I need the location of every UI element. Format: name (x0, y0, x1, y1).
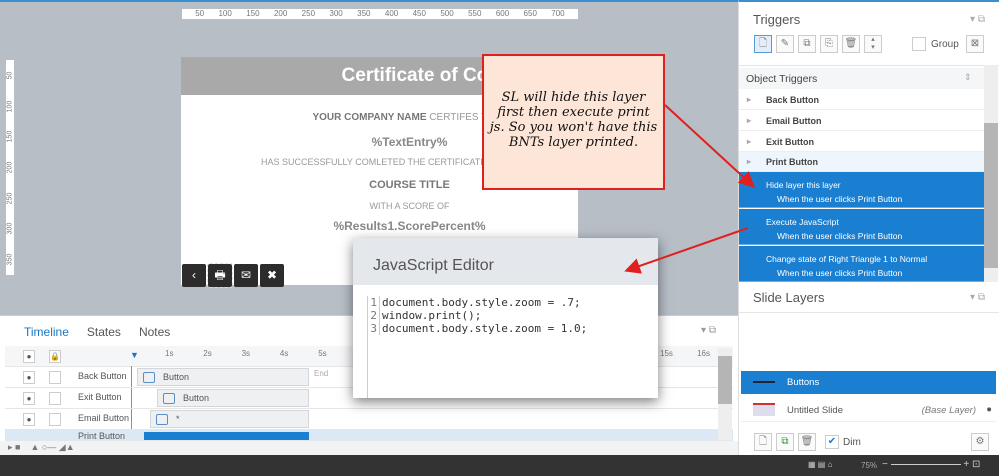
arrow-to-hide-layer (664, 104, 755, 188)
annotation-arrows (624, 104, 755, 274)
arrow-to-js-editor (624, 227, 749, 274)
